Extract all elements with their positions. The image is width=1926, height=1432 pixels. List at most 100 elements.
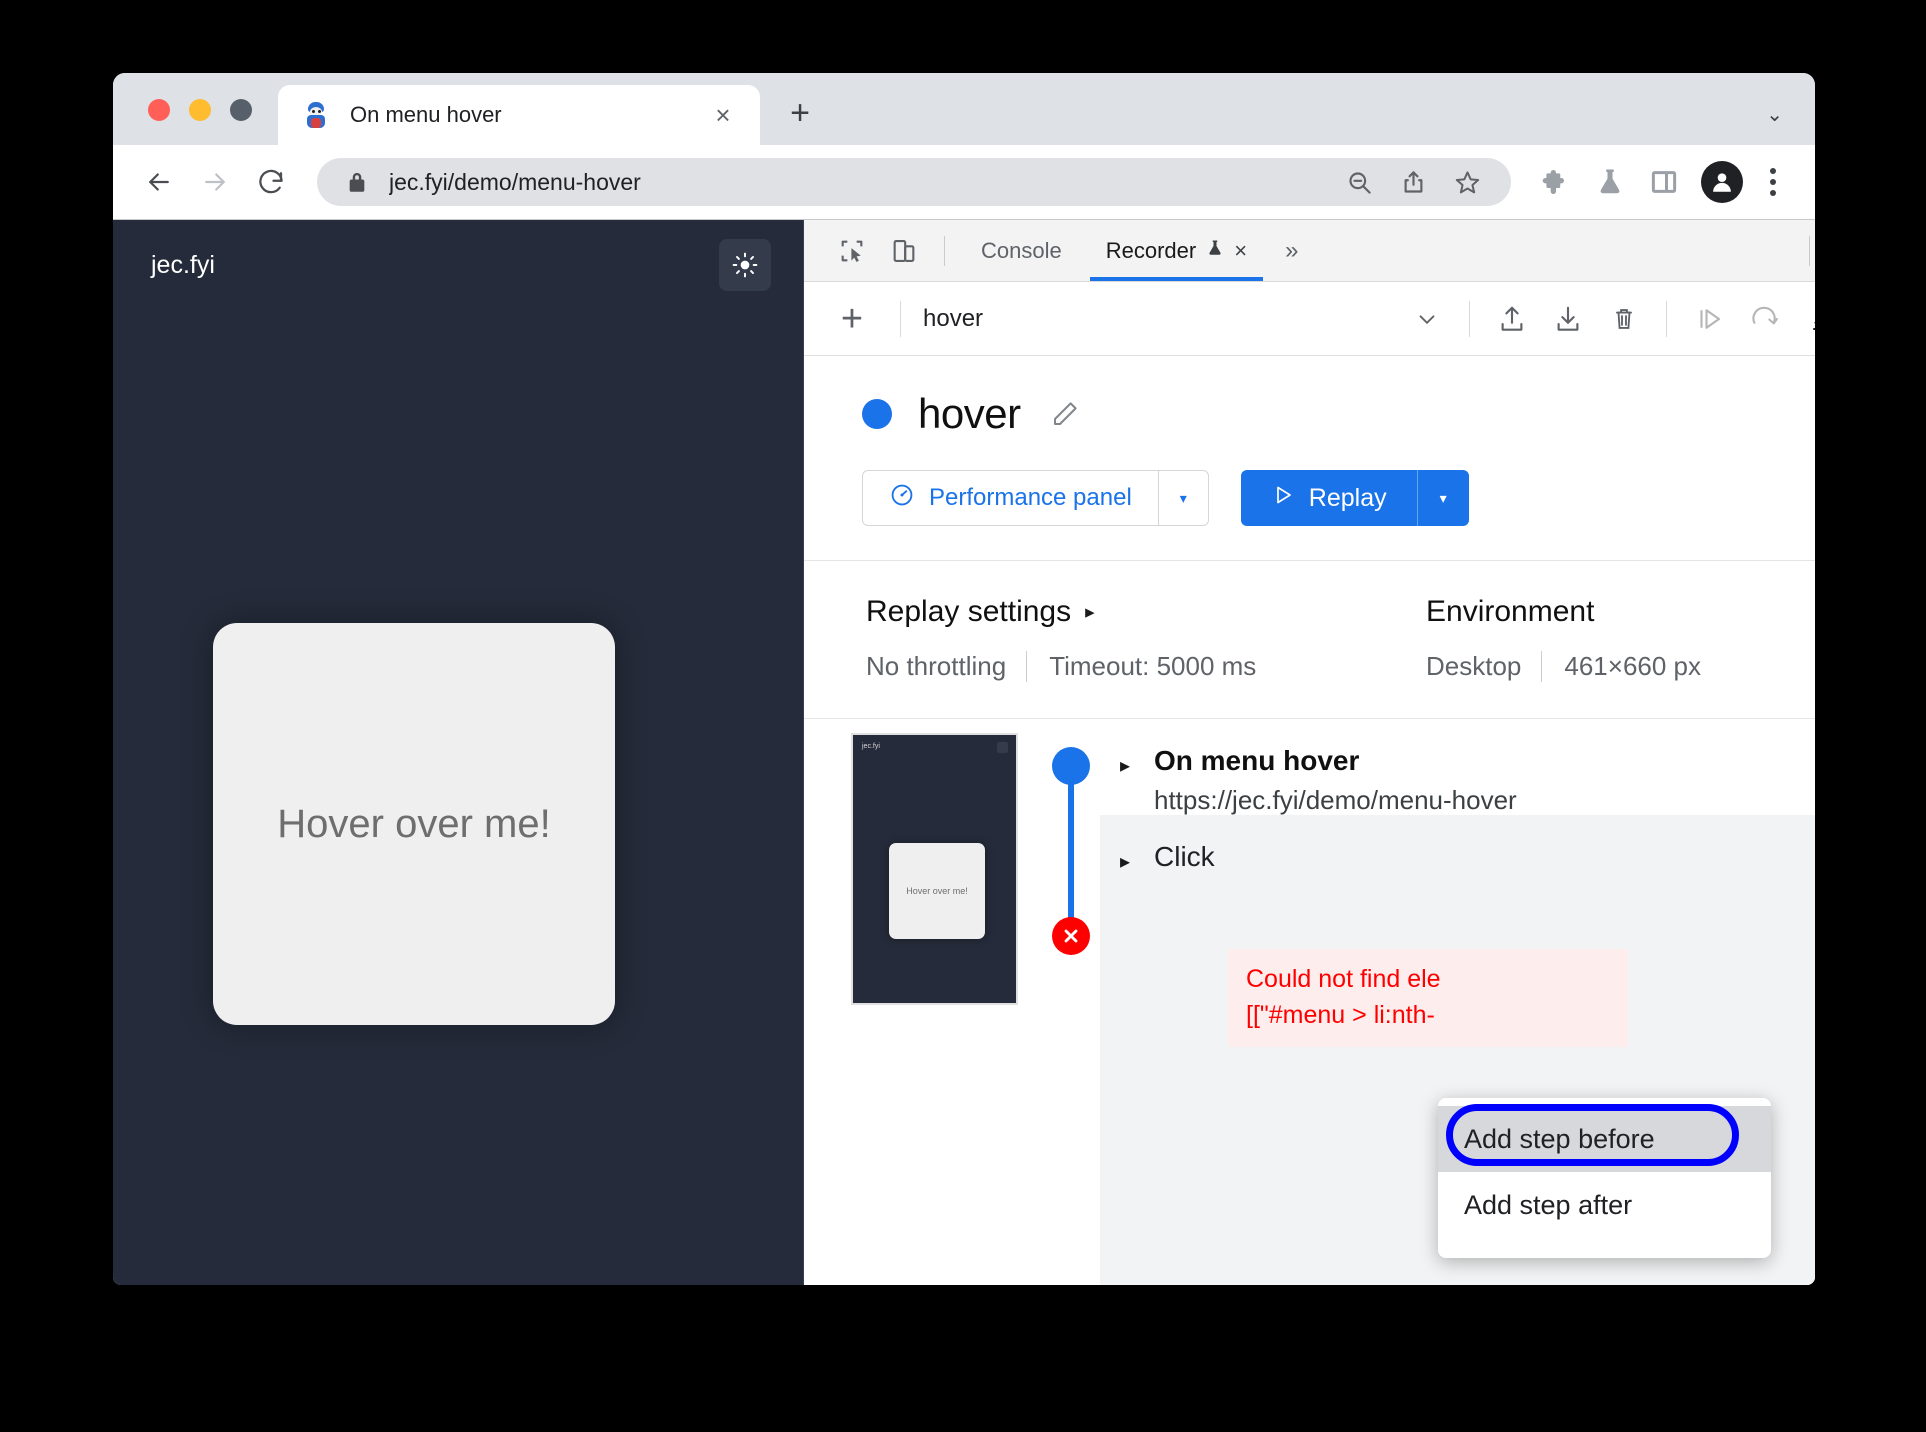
recording-selector[interactable]: hover	[923, 305, 983, 333]
chevron-down-icon[interactable]: ⌄	[1766, 102, 1783, 127]
menu-item-add-step-after[interactable]: Add step after	[1438, 1172, 1771, 1238]
recording-title: hover	[918, 390, 1021, 437]
replay-dropdown[interactable]: ▾	[1416, 470, 1469, 526]
arrow-right-icon[interactable]	[187, 154, 243, 210]
replay-split-button: Replay ▾	[1240, 470, 1469, 526]
tab-strip: On menu hover × + ⌄	[113, 73, 1815, 145]
new-tab-button[interactable]: +	[778, 91, 822, 135]
side-panel-icon[interactable]	[1641, 159, 1687, 205]
recorder-toolbar: + hover	[804, 282, 1815, 356]
minimize-window-button[interactable]	[189, 99, 211, 121]
close-icon[interactable]: ×	[706, 98, 740, 132]
play-triangle-icon	[1271, 483, 1295, 514]
menu-item-add-step-before[interactable]: Add step before	[1438, 1106, 1771, 1172]
step-url: https://jec.fyi/demo/menu-hover	[1154, 785, 1517, 815]
page-header: jec.fyi	[113, 220, 803, 310]
pencil-icon[interactable]	[1047, 396, 1083, 432]
share-icon[interactable]	[1391, 160, 1435, 204]
device-value: Desktop	[1426, 651, 1522, 681]
recording-title-row: hover	[862, 390, 1815, 438]
close-window-button[interactable]	[148, 99, 170, 121]
chevron-right-icon[interactable]: ▸	[1120, 745, 1154, 778]
divider	[900, 300, 901, 337]
more-tabs-icon[interactable]: »	[1269, 237, 1314, 265]
tab-title: On menu hover	[350, 102, 502, 127]
throttling-value: No throttling	[866, 651, 1007, 681]
thumbnail-card-label: Hover over me!	[906, 886, 968, 896]
puzzle-icon[interactable]	[1533, 159, 1579, 205]
kebab-menu-icon[interactable]	[1755, 159, 1791, 205]
thumbnail-brand: jec.fyi	[862, 743, 880, 750]
send-feedback-link[interactable]: Send feedback	[1813, 306, 1815, 332]
step-over-icon[interactable]	[1681, 294, 1737, 344]
timeline-line	[1068, 767, 1074, 935]
star-icon[interactable]	[1445, 160, 1489, 204]
error-line-1: Could not find ele	[1246, 965, 1441, 993]
divider	[944, 235, 945, 266]
thumbnail-hover-card: Hover over me!	[889, 843, 985, 939]
error-line-2: [["#menu > li:nth-	[1246, 1001, 1435, 1030]
screenshot-root: On menu hover × + ⌄ jec.fyi/demo/menu-ho…	[0, 0, 1926, 1432]
timeline-error-node	[1052, 917, 1090, 955]
tab-console-label: Console	[981, 237, 1062, 263]
divider	[1809, 235, 1810, 266]
tab-console[interactable]: Console	[959, 221, 1084, 281]
flask-icon[interactable]	[1587, 159, 1633, 205]
device-toolbar-icon[interactable]	[878, 227, 930, 275]
url-text: jec.fyi/demo/menu-hover	[389, 168, 641, 195]
recording-actions: Performance panel ▾ Replay ▾	[862, 470, 1815, 526]
replay-settings-label: Replay settings	[866, 595, 1072, 628]
upload-icon[interactable]	[1484, 294, 1540, 344]
performance-panel-dropdown[interactable]: ▾	[1157, 471, 1208, 525]
plus-icon[interactable]: +	[826, 300, 878, 338]
settings-strip: Replay settings ▸ No throttling Timeout:…	[804, 561, 1815, 719]
environment-label: Environment	[1426, 595, 1595, 628]
omnibox-row: jec.fyi/demo/menu-hover	[113, 145, 1815, 219]
step-screenshot-thumbnail[interactable]: jec.fyi Hover over me!	[851, 733, 1018, 1005]
chevron-right-icon[interactable]: ▸	[1120, 841, 1154, 874]
lock-icon	[347, 171, 367, 193]
thumbnail-sun-icon	[997, 742, 1008, 753]
trash-icon[interactable]	[1596, 294, 1652, 344]
penguin-favicon	[304, 102, 328, 128]
replay-button[interactable]: Replay	[1241, 470, 1417, 526]
performance-panel-button[interactable]: Performance panel	[863, 471, 1158, 525]
close-icon[interactable]: ×	[1234, 238, 1247, 264]
download-icon[interactable]	[1540, 294, 1596, 344]
timeline-start-node	[1052, 747, 1090, 785]
tab-recorder[interactable]: Recorder ×	[1084, 221, 1269, 281]
step-row[interactable]: ▸ On menu hover https://jec.fyi/demo/men…	[1100, 719, 1815, 815]
status-dot	[862, 399, 892, 429]
hover-target-card[interactable]: Hover over me!	[213, 623, 615, 1025]
address-bar[interactable]: jec.fyi/demo/menu-hover	[317, 158, 1511, 206]
replay-label: Replay	[1308, 483, 1387, 512]
replay-settings-column: Replay settings ▸ No throttling Timeout:…	[866, 595, 1426, 682]
step-context-menu: Add step before Add step after	[1438, 1098, 1771, 1258]
steps-timeline	[1040, 719, 1100, 1285]
inspect-cursor-icon[interactable]	[826, 227, 878, 275]
replay-circle-icon[interactable]	[1737, 294, 1793, 344]
step-title: Click	[1154, 841, 1215, 872]
sun-icon[interactable]	[719, 239, 771, 291]
reload-icon[interactable]	[243, 154, 299, 210]
replay-settings-toggle[interactable]: Replay settings ▸	[866, 595, 1426, 629]
browser-tab[interactable]: On menu hover ×	[278, 85, 760, 145]
environment-values: Desktop 461×660 px	[1426, 651, 1815, 682]
tab-recorder-label: Recorder	[1105, 237, 1197, 263]
recording-header: hover Performance panel ▾ Replay ▾	[804, 356, 1815, 561]
arrow-left-icon[interactable]	[131, 154, 187, 210]
timeout-value: Timeout: 5000 ms	[1026, 651, 1276, 682]
zoom-out-icon[interactable]	[1337, 160, 1381, 204]
divider	[1469, 300, 1471, 337]
performance-panel-split-button: Performance panel ▾	[862, 470, 1209, 526]
maximize-window-button[interactable]	[230, 99, 252, 121]
hover-card-label: Hover over me!	[277, 801, 551, 846]
chevron-down-icon[interactable]	[1399, 294, 1455, 344]
page-brand: jec.fyi	[151, 250, 215, 279]
flask-icon	[1206, 237, 1224, 265]
divider	[1666, 300, 1668, 337]
avatar[interactable]	[1701, 161, 1743, 203]
step-error-message: Could not find ele [["#menu > li:nth-	[1228, 949, 1628, 1047]
performance-gauge-icon	[889, 482, 915, 515]
window-controls	[113, 99, 252, 145]
